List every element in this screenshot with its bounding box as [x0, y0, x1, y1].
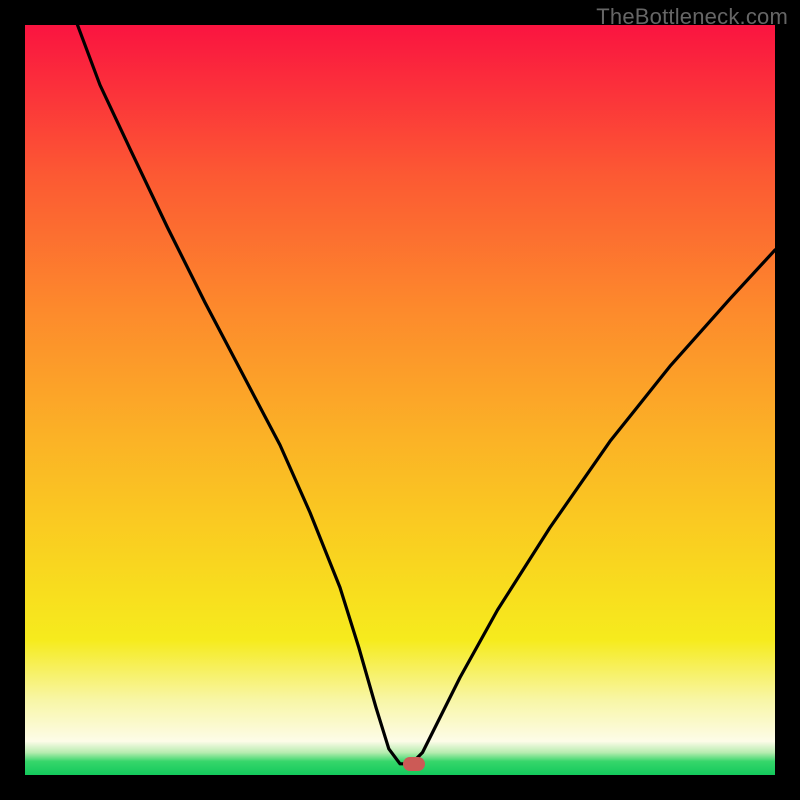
bottleneck-curve: [25, 25, 775, 775]
watermark-text: TheBottleneck.com: [596, 4, 788, 30]
chart-frame: TheBottleneck.com: [0, 0, 800, 800]
plot-area: [25, 25, 775, 775]
minimum-marker: [403, 757, 425, 771]
